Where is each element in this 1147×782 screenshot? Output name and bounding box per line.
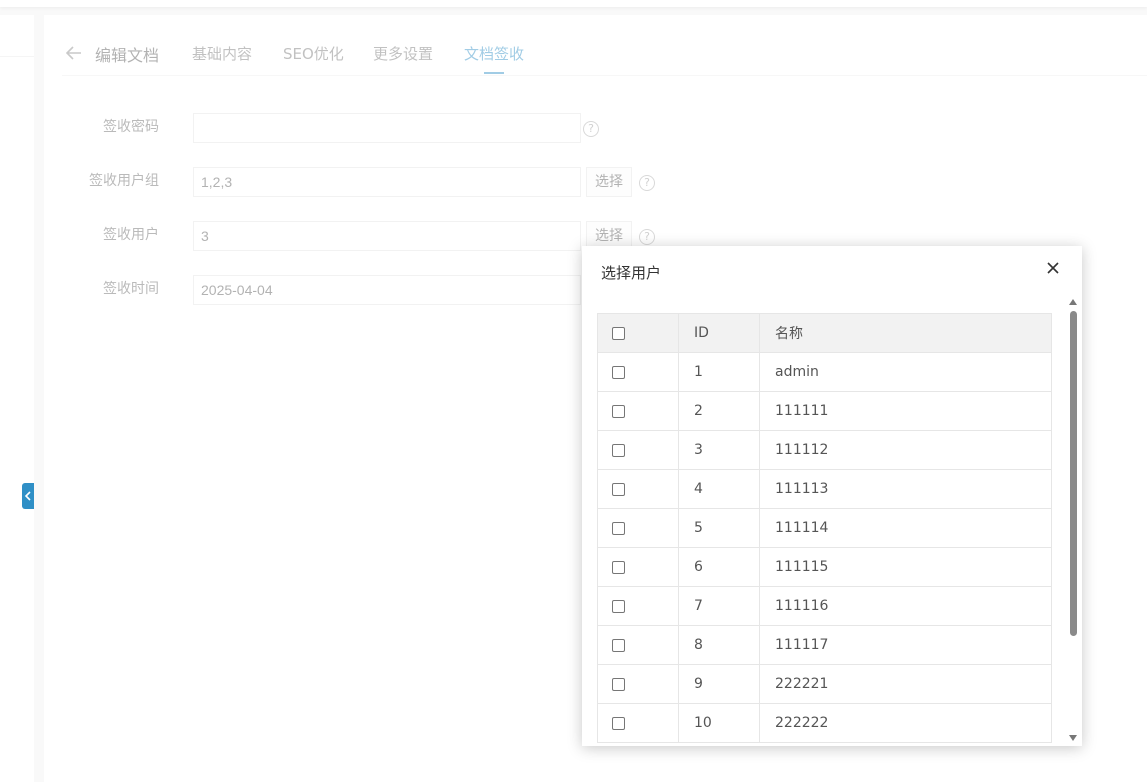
row-name: 111116 [759, 586, 1052, 626]
active-tab-indicator [484, 72, 504, 74]
tab-bar: 编辑文档 基础内容 SEO优化 更多设置 文档签收 [62, 36, 1147, 76]
user-group-label: 签收用户组 [89, 173, 159, 189]
scroll-down-icon[interactable] [1069, 734, 1077, 742]
table-row[interactable]: 8 111117 [597, 625, 1052, 665]
scrollbar-thumb[interactable] [1070, 311, 1077, 636]
table-header-row: ID 名称 [597, 313, 1052, 353]
select-user-dialog: 选择用户 ID 名称 1 admin 2 111111 3 111112 4 111113 5 1… [582, 246, 1082, 746]
close-icon[interactable] [1046, 261, 1060, 275]
row-id: 2 [678, 391, 760, 431]
table-row[interactable]: 10 222222 [597, 703, 1052, 743]
tab-seo[interactable]: SEO优化 [283, 43, 344, 64]
tab-document-signoff[interactable]: 文档签收 [464, 43, 524, 64]
row-name: 111114 [759, 508, 1052, 548]
row-checkbox[interactable] [612, 482, 625, 496]
password-label: 签收密码 [103, 119, 159, 135]
table-row[interactable]: 6 111115 [597, 547, 1052, 587]
row-checkbox[interactable] [612, 443, 625, 457]
row-id: 3 [678, 430, 760, 470]
question-circle-icon[interactable]: ? [583, 121, 599, 137]
row-checkbox[interactable] [612, 521, 625, 535]
tab-basic-content[interactable]: 基础内容 [192, 43, 252, 64]
question-circle-icon[interactable]: ? [639, 175, 655, 191]
row-checkbox[interactable] [612, 638, 625, 652]
select-all-checkbox[interactable] [612, 326, 625, 340]
row-name: admin [759, 352, 1052, 392]
row-id: 7 [678, 586, 760, 626]
tab-more-settings[interactable]: 更多设置 [373, 43, 433, 64]
user-input[interactable] [193, 221, 581, 251]
row-id: 10 [678, 703, 760, 743]
select-user-group-button[interactable]: 选择 [586, 167, 632, 197]
table-row[interactable]: 7 111116 [597, 586, 1052, 626]
row-name: 222222 [759, 703, 1052, 743]
row-name: 111115 [759, 547, 1052, 587]
row-id: 8 [678, 625, 760, 665]
row-id: 1 [678, 352, 760, 392]
row-name: 111112 [759, 430, 1052, 470]
sidebar-collapse-button[interactable] [22, 483, 34, 509]
dialog-title: 选择用户 [601, 264, 662, 282]
table-row[interactable]: 4 111113 [597, 469, 1052, 509]
sidebar-divider [0, 56, 34, 57]
arrow-left-icon[interactable] [65, 45, 82, 64]
user-table-container: ID 名称 1 admin 2 111111 3 111112 4 111113 5 111114… [597, 313, 1052, 743]
row-checkbox[interactable] [612, 599, 625, 613]
chevron-left-icon [24, 491, 31, 501]
user-group-input[interactable] [193, 167, 581, 197]
time-input[interactable] [193, 275, 581, 305]
column-header-id: ID [678, 313, 760, 353]
row-id: 5 [678, 508, 760, 548]
table-row[interactable]: 1 admin [597, 352, 1052, 392]
row-checkbox[interactable] [612, 677, 625, 691]
page-title: 编辑文档 [95, 46, 160, 65]
row-id: 9 [678, 664, 760, 704]
table-row[interactable]: 9 222221 [597, 664, 1052, 704]
left-sidebar [0, 15, 34, 782]
row-name: 111117 [759, 625, 1052, 665]
column-header-name: 名称 [759, 313, 1052, 353]
user-table: ID 名称 1 admin 2 111111 3 111112 4 111113 5 111114… [597, 313, 1052, 743]
row-name: 111113 [759, 469, 1052, 509]
time-label: 签收时间 [103, 281, 159, 297]
row-name: 222221 [759, 664, 1052, 704]
row-id: 6 [678, 547, 760, 587]
top-bar [0, 0, 1147, 7]
scroll-up-icon[interactable] [1069, 298, 1077, 306]
table-row[interactable]: 2 111111 [597, 391, 1052, 431]
row-name: 111111 [759, 391, 1052, 431]
password-input[interactable] [193, 113, 581, 143]
row-checkbox[interactable] [612, 404, 625, 418]
row-checkbox[interactable] [612, 560, 625, 574]
table-row[interactable]: 5 111114 [597, 508, 1052, 548]
row-checkbox[interactable] [612, 365, 625, 379]
table-row[interactable]: 3 111112 [597, 430, 1052, 470]
scrollbar[interactable] [1068, 298, 1078, 744]
row-id: 4 [678, 469, 760, 509]
row-checkbox[interactable] [612, 716, 625, 730]
question-circle-icon[interactable]: ? [639, 229, 655, 245]
user-label: 签收用户 [103, 227, 159, 243]
